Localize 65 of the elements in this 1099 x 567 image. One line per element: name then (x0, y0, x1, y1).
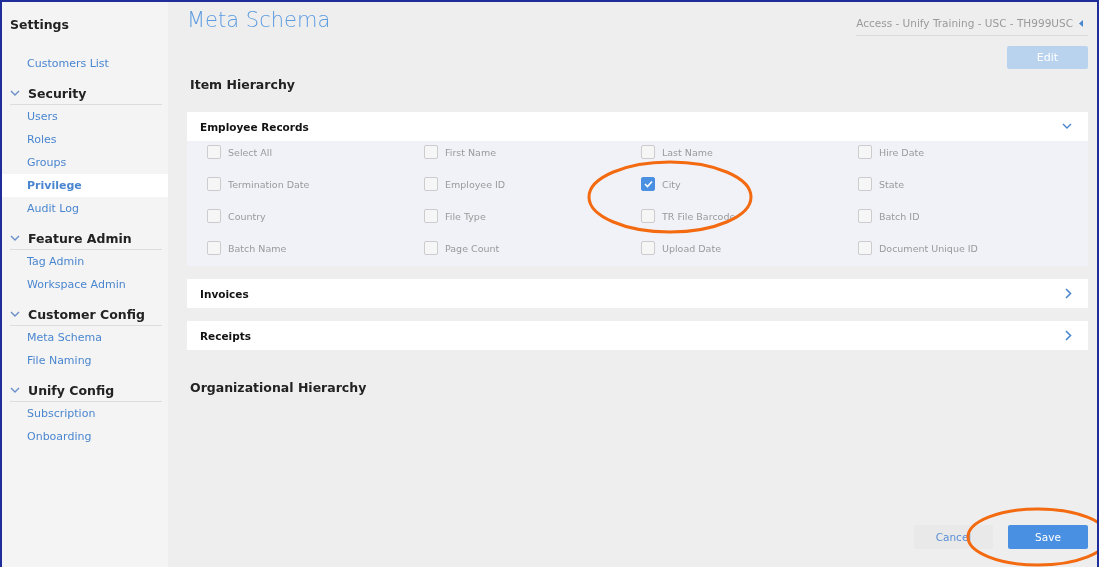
sidebar-title: Settings (9, 17, 69, 32)
chevron-down-icon (10, 311, 20, 318)
checkbox[interactable] (207, 209, 221, 223)
sidebar-section-header[interactable]: Customer Config (10, 302, 162, 326)
checkbox[interactable] (207, 177, 221, 191)
checkbox-label: Page Count (445, 242, 500, 254)
checkbox[interactable] (641, 177, 655, 191)
sidebar-item[interactable]: Tag Admin (2, 250, 168, 273)
sidebar-item[interactable]: Meta Schema (2, 326, 168, 349)
checkbox-label: State (879, 178, 905, 190)
save-button[interactable]: Save (1008, 525, 1088, 549)
access-label: Access - Unify Training - USC - TH999USC (856, 17, 1073, 29)
panel-header[interactable]: Employee Records (187, 112, 1088, 141)
sidebar-section-header[interactable]: Unify Config (10, 378, 162, 402)
sidebar-item[interactable]: Workspace Admin (2, 273, 168, 296)
sidebar-item[interactable]: File Naming (2, 349, 168, 372)
section-heading: Organizational Hierarchy (190, 380, 368, 395)
checkbox-label: Last Name (662, 146, 713, 158)
checkbox-label: Employee ID (445, 178, 506, 190)
panel-header[interactable]: Receipts (187, 321, 1088, 350)
chevron-right-icon (1065, 288, 1072, 299)
checkbox[interactable] (858, 145, 872, 159)
checkbox-label: Batch ID (879, 210, 920, 222)
checkbox[interactable] (207, 145, 221, 159)
checkbox-label: Termination Date (228, 178, 310, 190)
panel-header[interactable]: Invoices (187, 279, 1088, 308)
checkbox[interactable] (207, 241, 221, 255)
checkbox-label: Select All (228, 146, 273, 158)
checkbox[interactable] (641, 145, 655, 159)
checkbox-label: Country (228, 210, 266, 222)
checkbox[interactable] (858, 177, 872, 191)
checkbox[interactable] (858, 241, 872, 255)
sidebar-item[interactable]: Onboarding (2, 425, 168, 448)
sidebar-section-header[interactable]: Feature Admin (10, 226, 162, 250)
chevron-down-icon (10, 235, 20, 242)
checkbox-label: First Name (445, 146, 497, 158)
chevron-down-icon (10, 387, 20, 394)
checkbox[interactable] (641, 209, 655, 223)
sidebar-item[interactable]: Customers List (2, 52, 168, 75)
checkbox-label: Hire Date (879, 146, 925, 158)
sidebar-item[interactable]: Groups (2, 151, 168, 174)
checkbox[interactable] (424, 177, 438, 191)
chevron-right-icon (1065, 330, 1072, 341)
checkbox-label: File Type (445, 210, 486, 222)
sidebar-item[interactable]: Users (2, 105, 168, 128)
sidebar-item[interactable]: Privilege (2, 174, 168, 197)
checkbox[interactable] (858, 209, 872, 223)
sidebar-section-header[interactable]: Security (10, 81, 162, 105)
sidebar-item[interactable]: Subscription (2, 402, 168, 425)
chevron-down-icon (10, 90, 20, 97)
checkbox-label: Upload Date (662, 242, 721, 254)
sidebar-item[interactable]: Audit Log (2, 197, 168, 220)
checkbox-label: City (662, 178, 681, 190)
checkbox[interactable] (641, 241, 655, 255)
chevron-down-icon (1062, 123, 1072, 130)
checkbox[interactable] (424, 241, 438, 255)
checkbox[interactable] (424, 145, 438, 159)
checkbox-label: TR File Barcode (662, 210, 736, 222)
sidebar-item[interactable]: Roles (2, 128, 168, 151)
page-title: Meta Schema (187, 8, 331, 32)
checkbox[interactable] (424, 209, 438, 223)
checkbox-label: Batch Name (228, 242, 287, 254)
caret-left-icon[interactable] (1079, 19, 1083, 27)
section-heading: Item Hierarchy (190, 77, 296, 92)
checkbox-label: Document Unique ID (879, 242, 978, 254)
